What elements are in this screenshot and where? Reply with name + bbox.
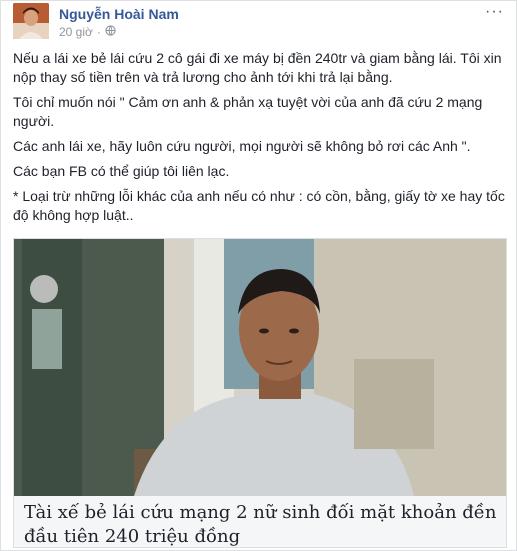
- facebook-post: Nguyễn Hoài Nam 20 giờ · ··· Nếu a lái x…: [0, 0, 517, 551]
- post-paragraph: Nếu a lái xe bẻ lái cứu 2 cô gái đi xe m…: [13, 50, 502, 85]
- globe-icon: [105, 25, 116, 39]
- post-meta: 20 giờ ·: [59, 25, 116, 39]
- link-preview-image[interactable]: [14, 239, 506, 496]
- author-name[interactable]: Nguyễn Hoài Nam: [59, 6, 179, 22]
- meta-separator: ·: [96, 25, 101, 39]
- man-portrait-image: [14, 239, 506, 496]
- avatar-photo: [13, 3, 49, 39]
- link-title[interactable]: Tài xế bẻ lái cứu mạng 2 nữ sinh đối mặt…: [24, 501, 498, 549]
- post-body: Nếu a lái xe bẻ lái cứu 2 cô gái đi xe m…: [13, 49, 507, 231]
- post-time[interactable]: 20 giờ: [59, 25, 93, 39]
- author-avatar[interactable]: [13, 3, 49, 39]
- more-horizontal-icon[interactable]: ···: [485, 3, 504, 21]
- post-paragraph: Các anh lái xe, hãy luôn cứu người, mọi …: [13, 138, 471, 154]
- post-header: Nguyễn Hoài Nam 20 giờ · ···: [13, 3, 504, 43]
- post-paragraph: * Loại trừ những lỗi khác của anh nếu có…: [13, 188, 505, 223]
- post-paragraph: Các bạn FB có thể giúp tôi liên lạc.: [13, 163, 230, 179]
- shared-link-card[interactable]: Tài xế bẻ lái cứu mạng 2 nữ sinh đối mặt…: [13, 238, 507, 548]
- post-paragraph: Tôi chỉ muốn nói " Cảm ơn anh & phản xạ …: [13, 94, 483, 129]
